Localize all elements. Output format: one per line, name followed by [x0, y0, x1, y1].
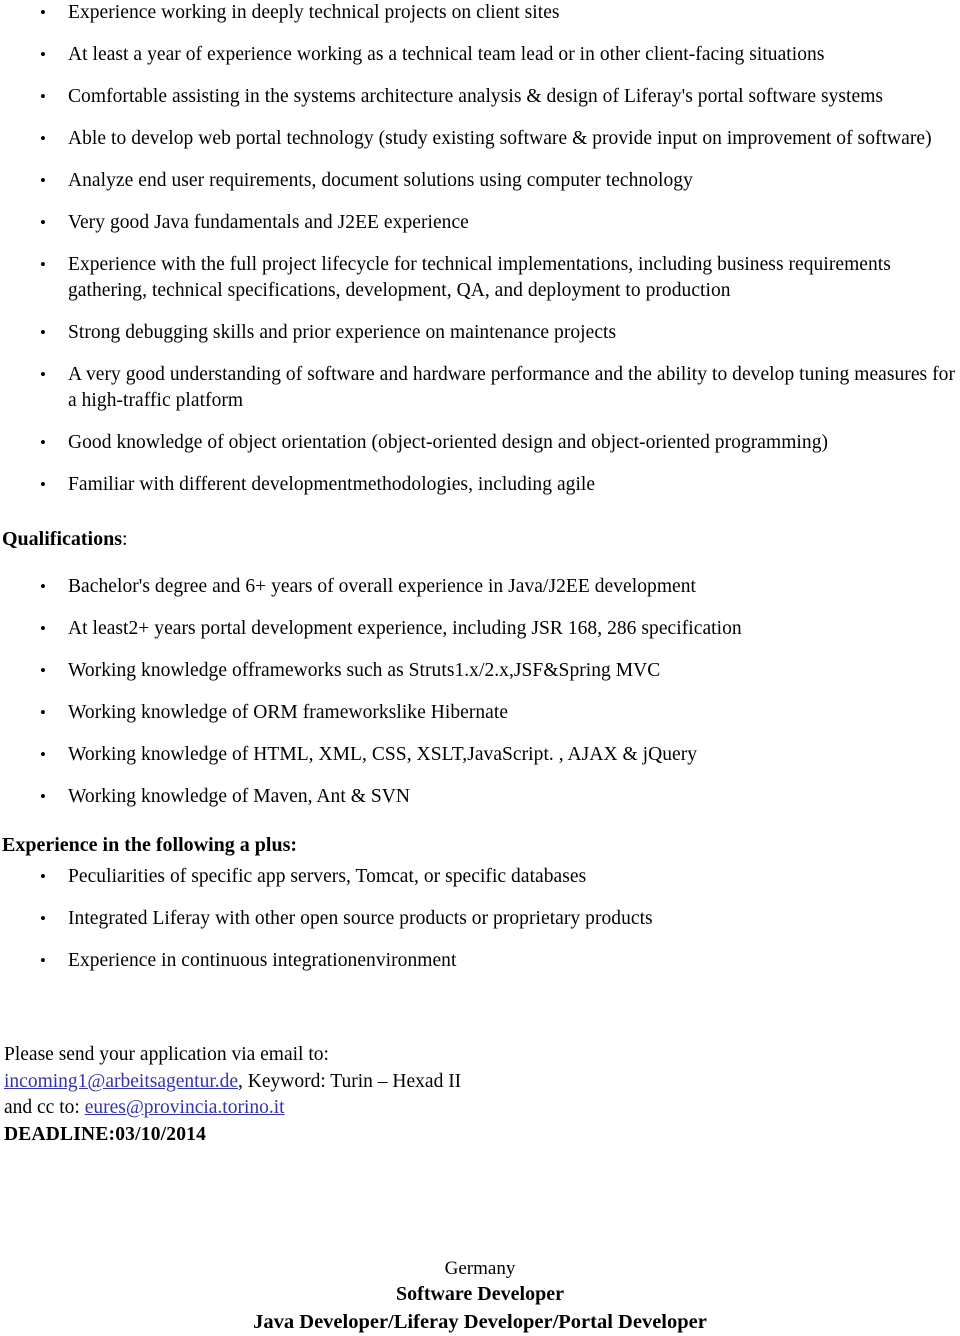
list-item: Good knowledge of object orientation (ob…	[0, 430, 960, 456]
list-item: Comfortable assisting in the systems arc…	[0, 84, 960, 110]
list-item: Experience in continuous integrationenvi…	[0, 948, 960, 974]
list-item: At least a year of experience working as…	[0, 42, 960, 68]
contact-primary-line: incoming1@arbeitsagentur.de, Keyword: Tu…	[4, 1069, 960, 1096]
page-footer: Germany Software Developer Java Develope…	[0, 1256, 960, 1336]
footer-role-title: Software Developer	[396, 1283, 564, 1305]
email-link-cc[interactable]: eures@provincia.torino.it	[85, 1097, 285, 1118]
list-item: Working knowledge of ORM frameworkslike …	[0, 700, 960, 726]
contact-cc-prefix: and cc to:	[4, 1097, 85, 1118]
list-item: Analyze end user requirements, document …	[0, 168, 960, 194]
contact-keyword: , Keyword: Turin – Hexad II	[238, 1070, 462, 1092]
list-item: Able to develop web portal technology (s…	[0, 126, 960, 152]
deadline-text: DEADLINE:03/10/2014	[4, 1123, 207, 1145]
qualifications-list: Bachelor's degree and 6+ years of overal…	[0, 574, 960, 810]
qualifications-heading: Qualifications:	[0, 526, 960, 552]
list-item: Bachelor's degree and 6+ years of overal…	[0, 574, 960, 600]
list-item: A very good understanding of software an…	[0, 362, 960, 414]
contact-intro: Please send your application via email t…	[4, 1044, 329, 1065]
plus-heading: Experience in the following a plus:	[0, 832, 960, 858]
list-item: Experience with the full project lifecyc…	[0, 252, 960, 304]
list-item: Working knowledge of Maven, Ant & SVN	[0, 784, 960, 810]
list-item: At least2+ years portal development expe…	[0, 616, 960, 642]
list-item: Very good Java fundamentals and J2EE exp…	[0, 210, 960, 236]
responsibilities-list: Experience working in deeply technical p…	[0, 0, 960, 498]
qualifications-heading-label: Qualifications	[2, 528, 123, 550]
list-item: Working knowledge offrameworks such as S…	[0, 658, 960, 684]
qualifications-heading-colon: :	[122, 528, 128, 550]
list-item: Integrated Liferay with other open sourc…	[0, 906, 960, 932]
list-item: Strong debugging skills and prior experi…	[0, 320, 960, 346]
list-item: Familiar with different developmentmetho…	[0, 472, 960, 498]
footer-role-subtitle: Java Developer/Liferay Developer/Portal …	[253, 1311, 707, 1333]
list-item: Working knowledge of HTML, XML, CSS, XSL…	[0, 742, 960, 768]
document-page: Experience working in deeply technical p…	[0, 0, 960, 1336]
list-item: Experience working in deeply technical p…	[0, 0, 960, 26]
contact-cc-line: and cc to: eures@provincia.torino.it	[4, 1095, 960, 1122]
contact-block: Please send your application via email t…	[0, 1042, 960, 1148]
plus-list: Peculiarities of specific app servers, T…	[0, 864, 960, 974]
list-item: Peculiarities of specific app servers, T…	[0, 864, 960, 890]
plus-heading-label: Experience in the following a plus:	[2, 834, 298, 856]
email-link-primary[interactable]: incoming1@arbeitsagentur.de	[4, 1071, 238, 1092]
footer-country: Germany	[444, 1258, 516, 1279]
